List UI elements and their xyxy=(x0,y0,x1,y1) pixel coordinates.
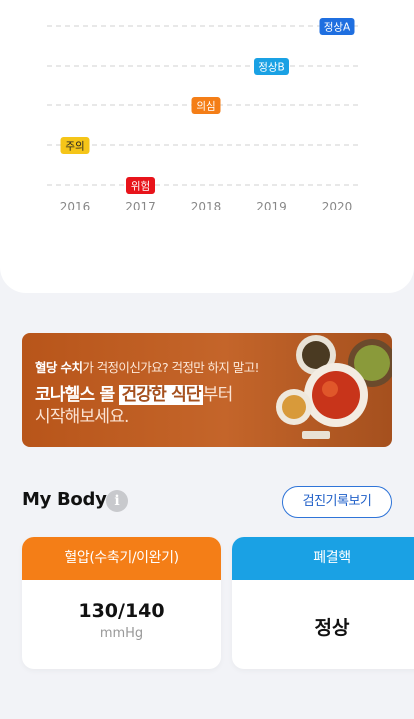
banner-line2-b: 부터 xyxy=(202,385,233,405)
checkup-records-button[interactable]: 검진기록보기 xyxy=(282,486,392,518)
x-tick-label: 2016 xyxy=(60,200,91,210)
data-point-label: 정상A xyxy=(324,22,351,34)
tuberculosis-card[interactable]: 폐결핵 정상 xyxy=(232,537,414,669)
info-icon[interactable]: i xyxy=(106,490,128,512)
blood-pressure-card[interactable]: 혈압(수축기/이완기) 130/140 mmHg xyxy=(22,537,221,669)
section-title: My Body xyxy=(22,489,107,510)
tuberculosis-header: 폐결핵 xyxy=(232,537,414,580)
promo-banner[interactable]: 혈당 수치가 걱정이신가요? 걱정만 하지 말고! 코나헬스 몰 건강한 식단 부… xyxy=(22,333,392,447)
blood-pressure-value: 130/140 xyxy=(78,600,165,622)
data-point-label: 의심 xyxy=(196,101,215,113)
x-tick-label: 2020 xyxy=(322,200,353,210)
data-point-label: 위험 xyxy=(131,180,150,193)
health-trend-card: 2016 2017 2018 2019 2020 주의위험 의심 정상B 정상A xyxy=(0,0,414,293)
banner-line2-a: 코나헬스 몰 xyxy=(35,385,115,405)
banner-line1-rest: 가 걱정이신가요? 걱정만 하지 말고! xyxy=(82,360,259,375)
banner-highlight: 건강한 식단 xyxy=(119,385,203,405)
data-point-label: 정상B xyxy=(258,62,285,74)
x-tick-label: 2017 xyxy=(125,200,156,210)
banner-line3: 시작해보세요. xyxy=(35,407,129,427)
tuberculosis-value: 정상 xyxy=(314,617,350,639)
x-tick-label: 2019 xyxy=(256,200,287,210)
blood-pressure-unit: mmHg xyxy=(99,626,144,641)
food-image xyxy=(276,335,392,439)
x-tick-label: 2018 xyxy=(191,200,222,210)
banner-text: 혈당 수치가 걱정이신가요? 걱정만 하지 말고! 코나헬스 몰 건강한 식단 부… xyxy=(35,357,260,428)
data-point-label: 주의 xyxy=(65,141,84,153)
health-trend-chart: 2016 2017 2018 2019 2020 주의위험 의심 정상B 정상A xyxy=(47,18,362,210)
banner-line1-bold: 혈당 수치 xyxy=(35,360,83,375)
blood-pressure-header: 혈압(수축기/이완기) xyxy=(22,537,221,580)
